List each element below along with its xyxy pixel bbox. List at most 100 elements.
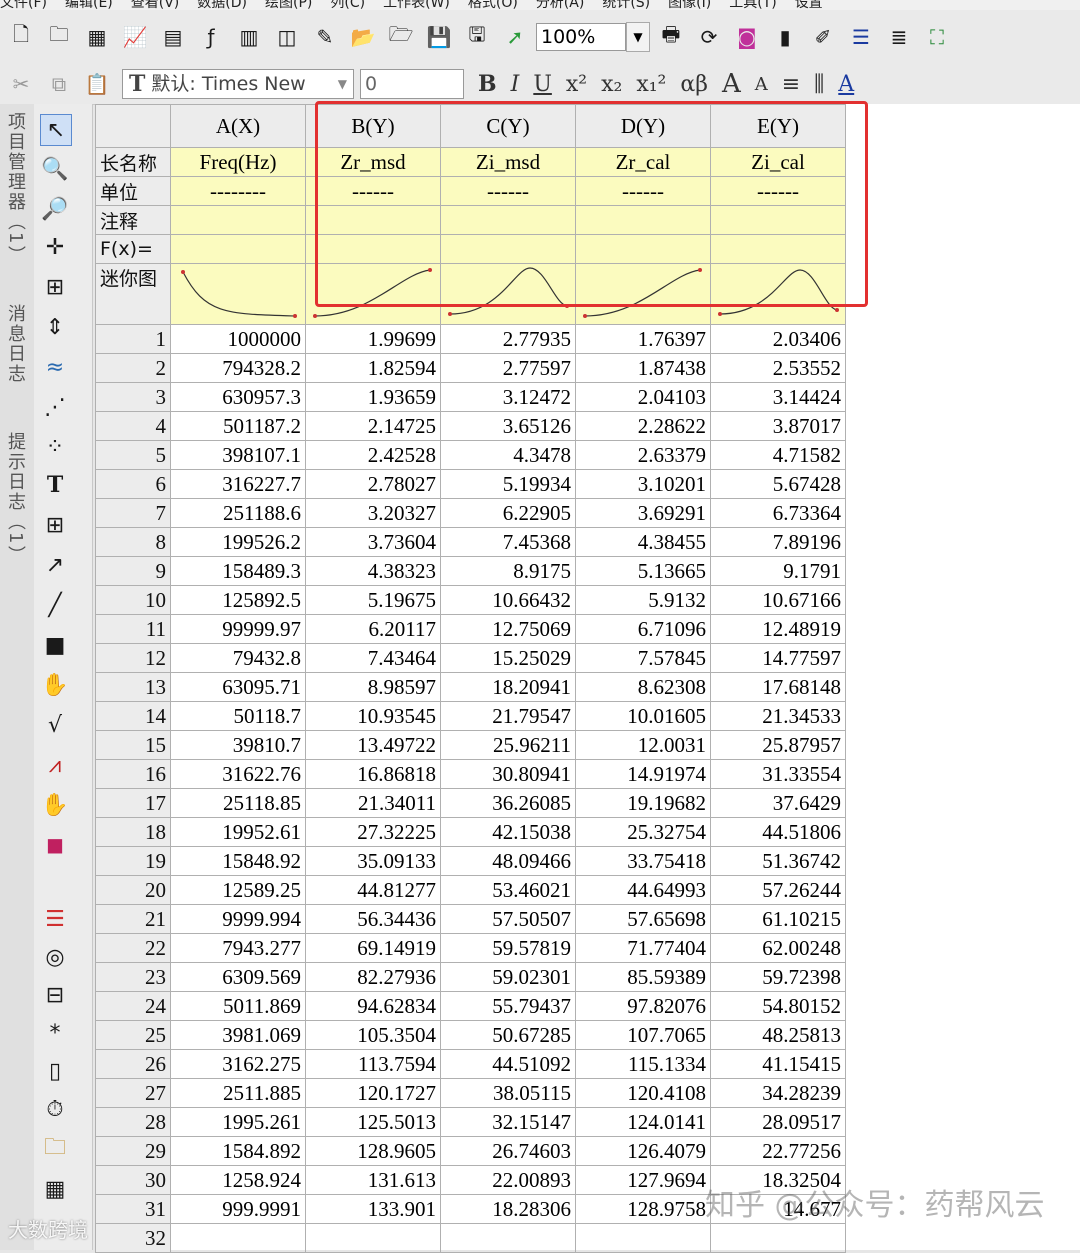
film-icon[interactable]: ▮ bbox=[768, 20, 802, 54]
data-cell[interactable]: 13.49722 bbox=[305, 730, 441, 760]
data-cell[interactable]: 37.6429 bbox=[710, 788, 846, 818]
data-cell[interactable]: 3.20327 bbox=[305, 498, 441, 528]
data-cell[interactable]: 1.76397 bbox=[575, 324, 711, 354]
data-cell[interactable]: 41.15415 bbox=[710, 1049, 846, 1079]
refresh-icon[interactable]: ⟳ bbox=[692, 20, 726, 54]
data-cell[interactable]: 251188.6 bbox=[170, 498, 306, 528]
new-matrix-icon[interactable]: ▤ bbox=[156, 20, 190, 54]
units-cell[interactable]: ------ bbox=[305, 176, 441, 206]
tab-hint-log[interactable]: 提示日志（1） bbox=[4, 432, 28, 565]
row-number[interactable]: 15 bbox=[95, 730, 171, 760]
font-color-icon[interactable]: A bbox=[838, 72, 854, 97]
layers-icon[interactable]: ≣ bbox=[882, 20, 916, 54]
data-cell[interactable]: 115.1334 bbox=[575, 1049, 711, 1079]
data-cell[interactable]: 8.62308 bbox=[575, 672, 711, 702]
data-cell[interactable]: 113.7594 bbox=[305, 1049, 441, 1079]
long-name-cell[interactable]: Zr_msd bbox=[305, 147, 441, 177]
row-number[interactable]: 14 bbox=[95, 701, 171, 731]
data-cell[interactable]: 2.77597 bbox=[440, 353, 576, 383]
new-project-icon[interactable]: 🗋 bbox=[4, 20, 38, 54]
data-cell[interactable]: 18.20941 bbox=[440, 672, 576, 702]
data-cell[interactable]: 2.14725 bbox=[305, 411, 441, 441]
data-cell[interactable]: 44.64993 bbox=[575, 875, 711, 905]
project-explorer-icon[interactable]: ⛶ bbox=[920, 20, 954, 54]
data-cell[interactable]: 125892.5 bbox=[170, 585, 306, 615]
save-icon[interactable]: 💾 bbox=[422, 20, 456, 54]
cut-icon[interactable]: ✂ bbox=[4, 67, 38, 101]
open-icon[interactable]: 📂 bbox=[346, 20, 380, 54]
data-cell[interactable]: 158489.3 bbox=[170, 556, 306, 586]
increase-font-button[interactable]: A bbox=[722, 69, 741, 99]
data-cell[interactable]: 7.89196 bbox=[710, 527, 846, 557]
corner-cell[interactable] bbox=[95, 104, 171, 148]
italic-button[interactable]: I bbox=[511, 72, 520, 97]
data-cell[interactable]: 12.48919 bbox=[710, 614, 846, 644]
results-icon[interactable]: ☰ bbox=[844, 20, 878, 54]
data-cell[interactable]: 4.38455 bbox=[575, 527, 711, 557]
column-header[interactable]: A(X) bbox=[170, 104, 306, 148]
sparkline-cell[interactable] bbox=[575, 263, 711, 325]
data-cell[interactable]: 50.67285 bbox=[440, 1020, 576, 1050]
data-cell[interactable]: 6.71096 bbox=[575, 614, 711, 644]
menu-item[interactable]: 工具(T) bbox=[729, 0, 776, 10]
data-cell[interactable]: 31.33554 bbox=[710, 759, 846, 789]
sparkline-cell[interactable] bbox=[710, 263, 846, 325]
comments-cell[interactable] bbox=[575, 205, 711, 235]
data-cell[interactable]: 3.69291 bbox=[575, 498, 711, 528]
column-header[interactable]: C(Y) bbox=[440, 104, 576, 148]
data-cell[interactable]: 9.1791 bbox=[710, 556, 846, 586]
data-cell[interactable]: 48.09466 bbox=[440, 846, 576, 876]
notes-icon[interactable]: ✐ bbox=[806, 20, 840, 54]
data-cell[interactable]: 36.26085 bbox=[440, 788, 576, 818]
data-cell[interactable] bbox=[440, 1223, 576, 1253]
data-cell[interactable]: 48.25813 bbox=[710, 1020, 846, 1050]
row-number[interactable]: 8 bbox=[95, 527, 171, 557]
row-number[interactable]: 26 bbox=[95, 1049, 171, 1079]
data-cell[interactable]: 10.66432 bbox=[440, 585, 576, 615]
new-notes-icon[interactable]: ✎ bbox=[308, 20, 342, 54]
chevron-down-icon[interactable]: ▼ bbox=[626, 22, 650, 52]
data-cell[interactable]: 5.19675 bbox=[305, 585, 441, 615]
data-cell[interactable]: 7943.277 bbox=[170, 933, 306, 963]
data-cell[interactable]: 14.77597 bbox=[710, 643, 846, 673]
formula-cell[interactable] bbox=[305, 234, 441, 264]
data-cell[interactable] bbox=[710, 1223, 846, 1253]
data-cell[interactable] bbox=[575, 1223, 711, 1253]
data-cell[interactable]: 79432.8 bbox=[170, 643, 306, 673]
menu-item[interactable]: 统计(S) bbox=[602, 0, 650, 10]
code-builder-icon[interactable]: ◙ bbox=[730, 20, 764, 54]
data-cell[interactable]: 59.72398 bbox=[710, 962, 846, 992]
comments-cell[interactable] bbox=[440, 205, 576, 235]
data-cell[interactable]: 26.74603 bbox=[440, 1136, 576, 1166]
worksheet[interactable]: A(X) B(Y) C(Y) D(Y) E(Y) 长名称 Freq(Hz) Zr… bbox=[95, 104, 1080, 1253]
menu-item[interactable]: 数据(D) bbox=[197, 0, 247, 10]
data-cell[interactable]: 33.75418 bbox=[575, 846, 711, 876]
data-cell[interactable]: 99999.97 bbox=[170, 614, 306, 644]
data-cell[interactable]: 44.51806 bbox=[710, 817, 846, 847]
row-number[interactable]: 25 bbox=[95, 1020, 171, 1050]
data-cell[interactable]: 1000000 bbox=[170, 324, 306, 354]
row-number[interactable]: 2 bbox=[95, 353, 171, 383]
data-cell[interactable]: 8.98597 bbox=[305, 672, 441, 702]
mask-icon[interactable]: ✋ bbox=[40, 790, 70, 820]
color-bars-icon[interactable]: ☰ bbox=[40, 904, 70, 934]
underline-button[interactable]: U bbox=[533, 72, 552, 97]
data-cell[interactable]: 34.28239 bbox=[710, 1078, 846, 1108]
data-cell[interactable]: 59.02301 bbox=[440, 962, 576, 992]
data-cell[interactable]: 69.14919 bbox=[305, 933, 441, 963]
font-name-combo[interactable]: T 默认: Times New ▼ bbox=[122, 69, 354, 99]
data-cell[interactable]: 6.73364 bbox=[710, 498, 846, 528]
data-cell[interactable]: 6.22905 bbox=[440, 498, 576, 528]
supsub-button[interactable]: x₁² bbox=[636, 72, 666, 97]
scatter-icon[interactable]: ⁘ bbox=[40, 432, 70, 462]
data-cell[interactable]: 7.45368 bbox=[440, 527, 576, 557]
row-number[interactable]: 12 bbox=[95, 643, 171, 673]
data-cell[interactable]: 9999.994 bbox=[170, 904, 306, 934]
row-number[interactable]: 9 bbox=[95, 556, 171, 586]
data-cell[interactable]: 2.04103 bbox=[575, 382, 711, 412]
data-cell[interactable]: 31622.76 bbox=[170, 759, 306, 789]
data-cell[interactable]: 120.1727 bbox=[305, 1078, 441, 1108]
data-cell[interactable]: 1258.924 bbox=[170, 1165, 306, 1195]
data-cell[interactable]: 27.32225 bbox=[305, 817, 441, 847]
data-selector-icon[interactable]: ≈ bbox=[40, 352, 70, 382]
